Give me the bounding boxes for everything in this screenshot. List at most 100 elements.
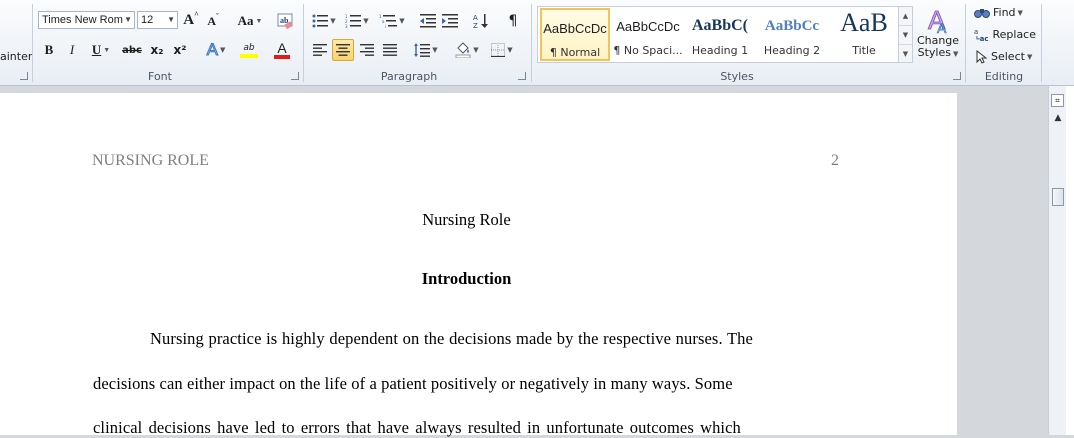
- bold-button[interactable]: B: [40, 40, 58, 60]
- style-no-spacing[interactable]: AaBbCcDc ¶ No Spaci...: [613, 8, 683, 61]
- decrease-indent-button[interactable]: [418, 10, 438, 32]
- underline-button[interactable]: U ▼: [86, 40, 116, 60]
- svg-text:A: A: [473, 14, 478, 22]
- paragraph-line: Nursing practice is highly dependent on …: [150, 329, 753, 348]
- replace-label: Replace: [992, 28, 1036, 41]
- italic-button[interactable]: I: [63, 40, 81, 60]
- format-painter-button[interactable]: ainter: [0, 50, 32, 63]
- replace-button[interactable]: a ac Replace: [971, 25, 1037, 44]
- change-styles-button[interactable]: AA Change Styles ▼: [915, 4, 961, 66]
- style-title[interactable]: AaB Title: [829, 8, 899, 61]
- align-right-button[interactable]: [356, 39, 378, 61]
- find-label: Find: [993, 6, 1016, 19]
- font-color-button[interactable]: A: [267, 39, 297, 61]
- style-preview: AaBbC(: [691, 17, 748, 34]
- font-name-value: Times New Rom: [42, 14, 123, 26]
- align-right-icon: [360, 44, 374, 56]
- clipboard-dialog-launcher[interactable]: [20, 72, 28, 80]
- scroll-thumb[interactable]: [1052, 188, 1064, 206]
- svg-text:i: i: [385, 24, 386, 28]
- paragraph-line: clinical decisions have led to errors th…: [93, 418, 741, 437]
- clear-formatting-button[interactable]: ab: [274, 10, 296, 32]
- document-page[interactable]: NURSING ROLE 2 Nursing Role Introduction…: [0, 93, 957, 437]
- group-separator: [1041, 4, 1042, 82]
- group-separator: [965, 4, 966, 82]
- style-normal[interactable]: AaBbCcDc ¶ Normal: [540, 8, 610, 61]
- bullets-button[interactable]: ▼: [309, 10, 339, 32]
- editing-group-label: Editing: [984, 70, 1024, 83]
- font-name-combo[interactable]: Times New Rom ▼: [38, 11, 135, 29]
- show-hide-marks-button[interactable]: ¶: [503, 10, 523, 32]
- paragraph-line: decisions can either impact on the life …: [93, 374, 733, 393]
- align-left-button[interactable]: [309, 39, 331, 61]
- style-preview: AaBbCcDc: [543, 21, 607, 36]
- paragraph-dialog-launcher[interactable]: [518, 72, 526, 80]
- group-separator: [303, 4, 304, 82]
- replace-icon: aac: [974, 28, 989, 42]
- style-preview: AaBbCcDc: [616, 19, 680, 34]
- paint-bucket-icon: [455, 42, 471, 58]
- vertical-scrollbar[interactable]: ⌗ ▲: [1048, 86, 1067, 435]
- binoculars-icon: [974, 9, 990, 18]
- styles-group-label: Styles: [720, 70, 754, 83]
- strikethrough-button[interactable]: abc: [120, 40, 144, 60]
- subscript-button[interactable]: x₂: [146, 40, 168, 60]
- document-area: NURSING ROLE 2 Nursing Role Introduction…: [0, 86, 1048, 437]
- ribbon: ainter Times New Rom ▼ 12 ▼ A ^ Aˇ Aa ▼ ab…: [0, 0, 1074, 86]
- svg-text:ac: ac: [980, 34, 989, 41]
- style-heading-1[interactable]: AaBbC( Heading 1: [685, 8, 755, 61]
- styles-gallery: AaBbCcDc ¶ Normal AaBbCcDc ¶ No Spaci...…: [537, 6, 913, 63]
- gallery-more-button[interactable]: ▼: [899, 45, 912, 63]
- clear-formatting-icon: ab: [277, 13, 293, 30]
- find-button[interactable]: Find ▼: [971, 3, 1037, 22]
- highlight-button[interactable]: ab: [233, 39, 265, 61]
- style-name: ¶ Normal: [549, 46, 601, 59]
- running-head: NURSING ROLE: [92, 152, 209, 169]
- text-effects-button[interactable]: A ▼: [201, 39, 231, 61]
- justify-icon: [383, 44, 397, 56]
- style-preview: AaBbCc: [764, 18, 820, 34]
- change-styles-icon: AA: [928, 5, 948, 35]
- multilevel-list-icon: 1ai: [379, 14, 398, 28]
- decrease-indent-icon: [420, 14, 436, 28]
- sort-button[interactable]: AZ: [470, 10, 492, 32]
- justify-button[interactable]: [379, 39, 401, 61]
- shrink-font-button[interactable]: Aˇ: [203, 12, 223, 30]
- line-spacing-button[interactable]: ▼: [411, 39, 441, 61]
- style-heading-2[interactable]: AaBbCc Heading 2: [757, 8, 827, 61]
- style-name: Heading 2: [763, 44, 821, 57]
- styles-dialog-launcher[interactable]: [953, 72, 961, 80]
- font-group-label: Font: [148, 70, 172, 83]
- font-size-combo[interactable]: 12 ▼: [137, 11, 178, 29]
- multilevel-list-button[interactable]: 1 a i ▼: [375, 10, 409, 32]
- change-case-button[interactable]: Aa ▼: [233, 11, 267, 31]
- grow-font-button[interactable]: A ^: [181, 10, 201, 30]
- superscript-button[interactable]: x²: [169, 40, 191, 60]
- font-color-icon: A: [277, 40, 287, 56]
- numbering-button[interactable]: 1 2 3 ▼: [341, 10, 373, 32]
- select-button[interactable]: Select ▼: [971, 47, 1037, 66]
- font-size-value: 12: [141, 14, 154, 26]
- borders-button[interactable]: ▼: [486, 39, 518, 61]
- text-effects-icon: A: [206, 40, 218, 60]
- document-title: Nursing Role: [422, 210, 511, 229]
- gallery-up-button[interactable]: ▲: [899, 7, 912, 26]
- right-gutter: [1066, 86, 1074, 435]
- increase-indent-icon: [442, 14, 458, 28]
- svg-text:A: A: [937, 20, 947, 35]
- styles-gallery-scroll: ▲ ▼ ▼: [898, 7, 912, 62]
- font-dialog-launcher[interactable]: [291, 72, 299, 80]
- gallery-down-button[interactable]: ▼: [899, 26, 912, 45]
- ruler-toggle-icon[interactable]: ⌗: [1051, 94, 1064, 107]
- svg-text:a: a: [974, 28, 978, 36]
- font-color-bar: [274, 55, 290, 59]
- shrink-font-icon: A: [207, 13, 216, 28]
- scroll-up-icon[interactable]: ▲: [1049, 113, 1067, 123]
- align-center-button[interactable]: [332, 39, 354, 61]
- shading-button[interactable]: ▼: [451, 39, 483, 61]
- grow-font-icon: A: [183, 11, 195, 28]
- numbering-icon: 123: [345, 14, 362, 28]
- align-center-icon: [336, 44, 350, 56]
- svg-text:3: 3: [345, 24, 348, 28]
- increase-indent-button[interactable]: [440, 10, 460, 32]
